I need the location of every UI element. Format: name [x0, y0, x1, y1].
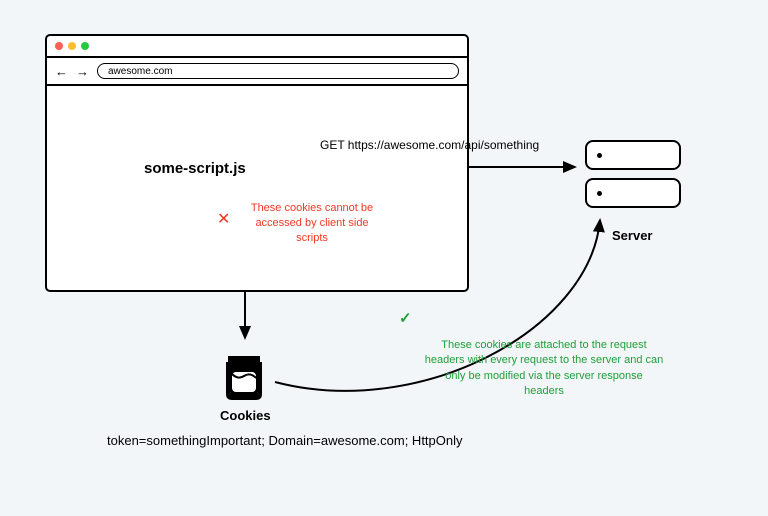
back-arrow-icon: ←	[55, 64, 68, 79]
cookie-jar-icon	[222, 348, 266, 402]
check-icon: ✓	[399, 309, 412, 327]
browser-nav-row: ← → awesome.com	[47, 58, 467, 86]
red-note-text: These cookies cannot be accessed by clie…	[242, 201, 382, 246]
script-name-label: some-script.js	[144, 160, 246, 177]
green-note-text: These cookies are attached to the reques…	[424, 338, 664, 400]
window-close-dot	[55, 42, 63, 50]
address-bar-text: awesome.com	[108, 66, 172, 77]
server-label: Server	[612, 228, 652, 243]
server-node-2	[585, 178, 681, 208]
forward-arrow-icon: →	[76, 64, 89, 79]
cookie-string: token=somethingImportant; Domain=awesome…	[107, 433, 463, 448]
cookies-label: Cookies	[220, 408, 271, 423]
server-node-1	[585, 140, 681, 170]
browser-window: ← → awesome.com	[45, 34, 469, 292]
window-zoom-dot	[81, 42, 89, 50]
browser-titlebar	[47, 36, 467, 58]
x-icon: ✕	[217, 209, 230, 229]
request-label: GET https://awesome.com/api/something	[320, 138, 539, 152]
address-bar: awesome.com	[97, 63, 459, 79]
window-minimize-dot	[68, 42, 76, 50]
